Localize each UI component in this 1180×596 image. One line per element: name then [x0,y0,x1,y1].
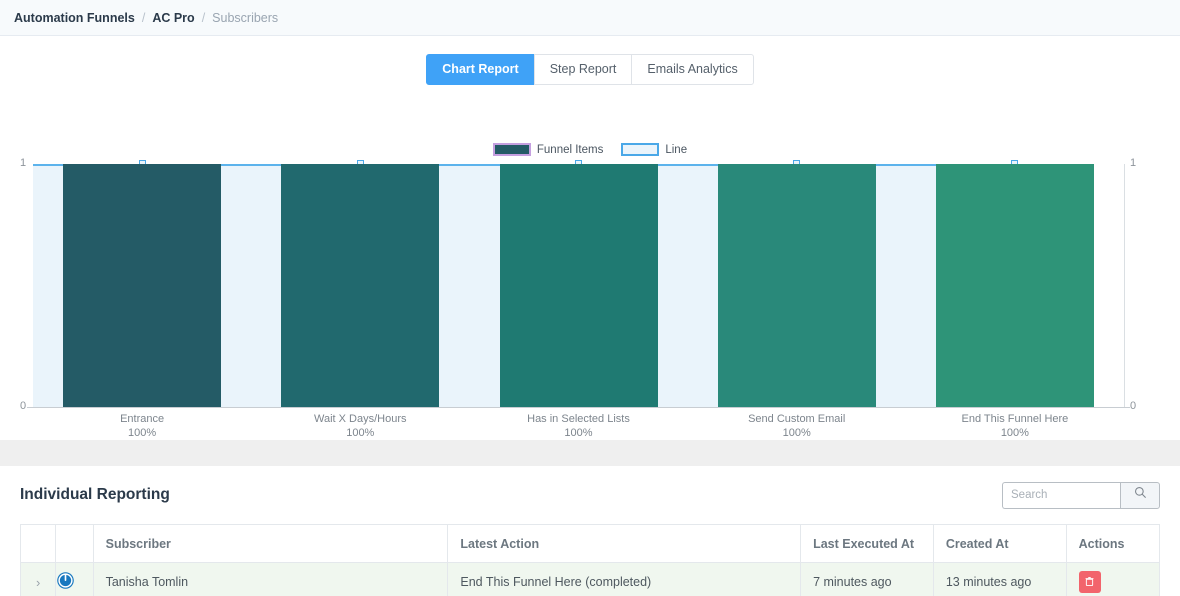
breadcrumb-parent[interactable]: AC Pro [152,11,194,25]
x-axis-label-name: End This Funnel Here [961,413,1069,425]
column-header-latest-action[interactable]: Latest Action [447,524,802,563]
column-header-last-executed-at[interactable]: Last Executed At [800,524,934,563]
legend-swatch-line-icon [621,143,660,156]
report-header: Individual Reporting [20,466,1160,524]
search-icon [1134,486,1147,504]
page-title: Individual Reporting [20,486,170,503]
legend-item-line[interactable]: Line [621,143,687,156]
x-axis-label-percent: 100% [564,427,593,439]
chevron-right-icon[interactable]: › [21,563,55,596]
x-axis-label-percent: 100% [1000,427,1029,439]
row-latest-action: End This Funnel Here (completed) [447,562,802,596]
bar-5[interactable] [935,164,1094,407]
search-button[interactable] [1120,481,1160,509]
power-icon[interactable] [56,572,75,593]
tab-step-report[interactable]: Step Report [533,54,633,85]
bar-3[interactable] [499,164,658,407]
column-header-status [55,524,94,563]
breadcrumb: Automation Funnels / AC Pro / Subscriber… [0,0,1180,36]
search-input[interactable] [1002,481,1120,509]
report-tabs: Chart Report Step Report Emails Analytic… [0,54,1180,85]
individual-reporting-panel: Individual Reporting Subscriber Latest A… [0,466,1180,596]
x-axis-label-name: Wait X Days/Hours [314,413,407,425]
bar-1[interactable] [63,164,222,407]
x-axis-label-5: End This Funnel Here 100% [906,412,1124,440]
breadcrumb-separator-1: / [141,10,146,25]
x-axis-label-percent: 100% [128,427,157,439]
y-axis-right-tick-bottom: 0 [1130,400,1137,412]
x-axis-label-2: Wait X Days/Hours 100% [251,412,469,440]
column-header-expander [19,524,57,563]
chart-panel: Chart Report Step Report Emails Analytic… [0,36,1180,440]
breadcrumb-separator-2: / [201,10,206,25]
x-axis-labels: Entrance 100% Wait X Days/Hours 100% Has in … [33,412,1124,440]
column-header-subscriber[interactable]: Subscriber [92,524,449,563]
x-axis-label-1: Entrance 100% [33,412,251,440]
x-axis-label-name: Send Custom Email [748,413,846,425]
table-header-row: Subscriber Latest Action Last Executed A… [19,524,1161,563]
column-header-created-at[interactable]: Created At [932,524,1067,563]
bar-series [33,164,1124,407]
y-axis-right-line [1124,164,1125,407]
chart-legend: Funnel Items Line [0,143,1180,156]
row-status-cell[interactable] [55,562,94,596]
bar-4[interactable] [717,164,876,407]
plot-area [33,160,1124,407]
row-created-at: 13 minutes ago [932,562,1067,596]
trash-icon [1084,575,1095,590]
tab-emails-analytics[interactable]: Emails Analytics [631,54,754,85]
x-axis-label-name: Has in Selected Lists [527,413,630,425]
bar-2[interactable] [281,164,440,407]
row-expander-cell[interactable]: › [19,562,57,596]
y-axis-right-tick-top: 1 [1130,157,1137,169]
x-axis-label-percent: 100% [346,427,375,439]
y-axis-left-tick-bottom: 0 [20,400,27,412]
x-axis-label-3: Has in Selected Lists 100% [469,412,687,440]
row-actions-cell [1065,562,1161,596]
legend-label-line: Line [665,143,688,156]
individual-reporting-table: Subscriber Latest Action Last Executed A… [19,524,1161,596]
row-last-executed-at: 7 minutes ago [800,562,934,596]
tab-chart-report[interactable]: Chart Report [426,54,535,85]
legend-item-funnel-items[interactable]: Funnel Items [492,143,604,156]
column-header-actions: Actions [1065,524,1161,563]
breadcrumb-current: Subscribers [212,10,279,25]
breadcrumb-root[interactable]: Automation Funnels [14,11,135,25]
delete-row-button[interactable] [1078,571,1101,593]
x-axis-label-4: Send Custom Email 100% [688,412,906,440]
search-group [1002,481,1160,509]
x-axis-label-percent: 100% [782,427,811,439]
table-row: › Tanisha Tomlin End This Funnel Here (c… [19,562,1161,596]
x-axis-label-name: Entrance [120,413,165,425]
legend-label-funnel-items: Funnel Items [536,143,604,156]
y-axis-left-tick-top: 1 [20,157,27,169]
legend-swatch-bar-icon [492,143,531,156]
x-axis-line [27,407,1130,408]
row-subscriber[interactable]: Tanisha Tomlin [92,562,449,596]
panel-divider [0,440,1180,466]
